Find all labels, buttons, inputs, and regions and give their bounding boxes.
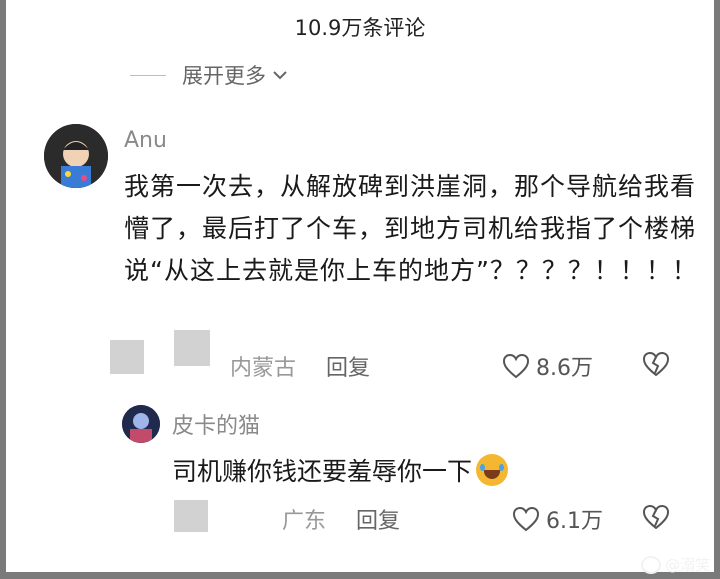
heart-icon [512, 506, 540, 532]
dislike-button[interactable] [642, 504, 670, 534]
watermark: @溺笑 [640, 554, 710, 575]
broken-heart-icon [642, 351, 670, 377]
reply-button[interactable]: 回复 [356, 503, 400, 535]
comments-panel: 10.9万条评论 展开更多 Anu 我第一次去，从解放碑到洪崖洞，那个导航给我看… [6, 0, 714, 572]
reply-comment-text: 司机赚你钱还要羞辱你一下 [172, 452, 509, 488]
reply-button[interactable]: 回复 [326, 350, 370, 382]
watermark-text: @溺笑 [664, 556, 710, 574]
chevron-down-icon [272, 65, 288, 86]
like-button[interactable]: 8.6万 [502, 350, 593, 382]
comment-count: 10.9万条评论 [294, 16, 426, 40]
redaction-block [174, 500, 208, 532]
like-count: 8.6万 [536, 356, 593, 381]
weibo-icon [640, 555, 661, 574]
username[interactable]: Anu [124, 128, 167, 153]
like-button[interactable]: 6.1万 [512, 503, 603, 535]
divider [130, 74, 166, 76]
comment-text: 我第一次去，从解放碑到洪崖洞，那个导航给我看懵了，最后打了个车，到地方司机给我指… [124, 172, 698, 285]
reply-text: 司机赚你钱还要羞辱你一下 [172, 457, 473, 486]
laughing-crying-emoji-icon [476, 454, 509, 486]
like-count: 6.1万 [546, 509, 603, 534]
heart-icon [502, 353, 530, 379]
redaction-block [174, 330, 210, 366]
reply-meta: 广东 回复 [282, 503, 400, 535]
avatar[interactable] [44, 124, 108, 188]
redaction-block [110, 340, 144, 374]
dislike-button[interactable] [642, 351, 670, 381]
comment-location: 内蒙古 [230, 356, 297, 381]
reply-location: 广东 [282, 509, 327, 534]
expand-more-button[interactable]: 展开更多 [130, 60, 288, 90]
broken-heart-icon [642, 504, 670, 530]
avatar[interactable] [122, 405, 160, 443]
expand-more-label: 展开更多 [182, 64, 266, 88]
comment-meta: 内蒙古 回复 [230, 350, 370, 382]
username[interactable]: 皮卡的猫 [172, 408, 260, 440]
